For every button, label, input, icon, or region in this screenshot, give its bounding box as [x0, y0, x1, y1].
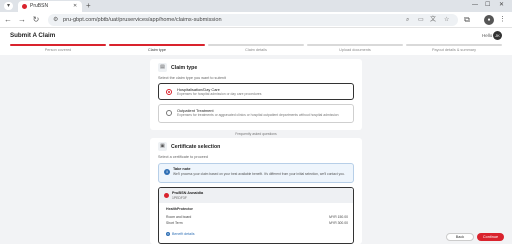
- favicon-icon: [22, 4, 27, 9]
- step-bar: [307, 44, 403, 46]
- cast-icon[interactable]: ▭: [418, 16, 424, 24]
- reload-icon[interactable]: ↻: [31, 15, 41, 25]
- option-description: Expenses for treatments or aggravated cl…: [177, 113, 339, 117]
- benefit-row: Room and board MYR 150.00: [166, 215, 348, 220]
- radio-button[interactable]: [166, 89, 172, 95]
- browser-tab-strip: ▾ PruBSN ✕ + — ☐ ✕: [0, 0, 512, 12]
- info-icon: i: [164, 169, 170, 175]
- browser-toolbar: ← → ↻ ⚙ pru-gbpt.com/pbtb/uat/pruservice…: [0, 12, 512, 28]
- certificate-subtitle: Select a certificate to proceed: [158, 155, 209, 159]
- step-label: Claim type: [148, 48, 166, 52]
- faq-link[interactable]: Frequently asked questions: [150, 130, 362, 138]
- step-bar: [406, 44, 502, 46]
- progress-stepper: Person covered Claim type Claim details …: [10, 44, 502, 55]
- continue-button[interactable]: Continue: [477, 233, 504, 241]
- claim-type-title: Claim type: [171, 65, 198, 71]
- browser-menu-icon[interactable]: ⋮: [499, 15, 506, 25]
- back-button[interactable]: Back: [446, 233, 474, 241]
- benefit-amount: MYR 300.00: [329, 221, 348, 225]
- certificate-icon: ▣: [158, 142, 167, 151]
- document-icon: ▤: [158, 63, 167, 72]
- step-upload-documents: Upload documents: [307, 44, 403, 55]
- new-tab-icon[interactable]: +: [86, 1, 91, 11]
- profile-avatar[interactable]: ●: [484, 15, 494, 25]
- minimize-icon[interactable]: —: [472, 1, 478, 10]
- site-info-icon[interactable]: ⚙: [53, 16, 58, 24]
- tab-title: PruBSN: [30, 3, 49, 9]
- benefit-row: Short Term MYR 300.00: [166, 221, 348, 226]
- address-bar[interactable]: ⚙ pru-gbpt.com/pbtb/uat/pruservices/app/…: [48, 14, 458, 26]
- step-bar: [109, 44, 205, 46]
- take-note-banner: i Take note We'll process your claim bas…: [158, 163, 354, 183]
- zoom-icon[interactable]: ⌕: [406, 16, 409, 24]
- certificate-title: Certificate selection: [171, 144, 221, 150]
- option-hospitalisation[interactable]: Hospitalisation/Day Care Expenses for ho…: [158, 83, 354, 100]
- step-claim-details: Claim details: [208, 44, 304, 55]
- certificate-header[interactable]: PruBSN Asnaidia 1PEDF3F: [159, 188, 353, 203]
- user-avatar[interactable]: JK: [493, 31, 502, 40]
- step-label: Payout details & summary: [431, 48, 477, 52]
- forward-arrow-icon[interactable]: →: [17, 15, 27, 25]
- tab-search-icon[interactable]: ▾: [4, 2, 13, 10]
- close-window-icon[interactable]: ✕: [499, 1, 504, 10]
- certificate-option[interactable]: PruBSN Asnaidia 1PEDF3F HealthProtector …: [158, 187, 354, 244]
- benefit-details-link[interactable]: ▾ Benefit details: [166, 232, 195, 237]
- certificate-name: PruBSN Asnaidia: [172, 191, 204, 195]
- step-person-covered: Person covered: [10, 44, 106, 55]
- plan-name: HealthProtector: [166, 207, 193, 211]
- note-title: Take note: [173, 167, 191, 171]
- benefit-label: Short Term: [166, 221, 183, 225]
- claim-type-subtitle: Select the claim type you want to submit: [158, 76, 226, 80]
- certificate-id: 1PEDF3F: [172, 196, 187, 200]
- option-description: Expenses for hospital admission or day c…: [177, 92, 262, 96]
- translate-icon[interactable]: 文: [430, 16, 436, 24]
- maximize-icon[interactable]: ☐: [485, 1, 490, 10]
- step-label: Upload documents: [339, 48, 371, 52]
- chevron-down-icon: ▾: [166, 232, 170, 237]
- step-label: Person covered: [44, 48, 72, 52]
- back-arrow-icon[interactable]: ←: [3, 15, 13, 25]
- benefit-amount: MYR 150.00: [329, 215, 348, 219]
- radio-button-selected[interactable]: [164, 193, 169, 198]
- step-bar: [208, 44, 304, 46]
- page-title: Submit A Claim: [10, 32, 56, 39]
- certificate-card: ▣ Certificate selection Select a certifi…: [150, 138, 362, 244]
- extensions-icon[interactable]: ⧉: [462, 15, 472, 25]
- close-tab-icon[interactable]: ✕: [73, 3, 77, 10]
- url-text: pru-gbpt.com/pbtb/uat/pruservices/app/ho…: [63, 17, 222, 23]
- user-greeting: Hello: [482, 33, 493, 38]
- step-claim-type: Claim type: [109, 44, 205, 55]
- step-payout-summary: Payout details & summary: [406, 44, 502, 55]
- browser-tab[interactable]: PruBSN ✕: [18, 1, 82, 12]
- radio-button[interactable]: [166, 110, 172, 116]
- app-header: Submit A Claim Hello JK: [0, 28, 512, 43]
- claim-type-card: ▤ Claim type Select the claim type you w…: [150, 59, 362, 130]
- bookmark-star-icon[interactable]: ☆: [444, 16, 449, 24]
- benefit-label: Room and board: [166, 215, 192, 219]
- main-content: ▤ Claim type Select the claim type you w…: [0, 55, 512, 244]
- benefit-details-label: Benefit details: [172, 232, 195, 236]
- option-outpatient[interactable]: Outpatient Treatment Expenses for treatm…: [158, 104, 354, 123]
- note-text: We'll process your claim based on your b…: [173, 172, 345, 176]
- step-bar: [10, 44, 106, 46]
- step-label: Claim details: [245, 48, 267, 52]
